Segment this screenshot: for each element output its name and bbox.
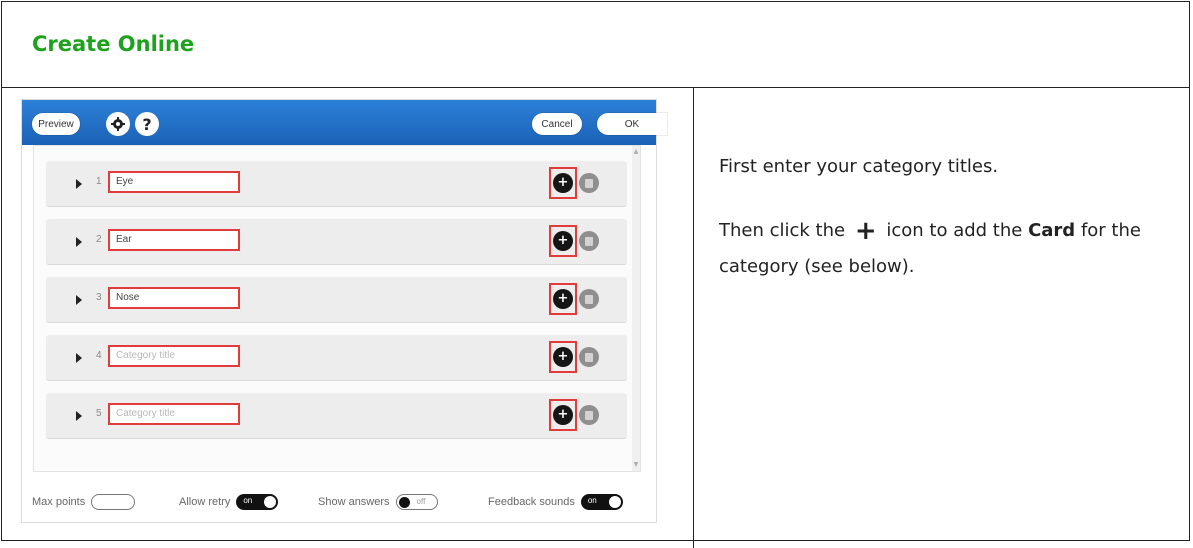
feedback-sounds-option: Feedback sounds on (488, 494, 623, 510)
expand-arrow-icon[interactable] (76, 411, 82, 421)
row-number: 4 (96, 350, 102, 361)
category-row: 1 Eye + (46, 161, 627, 207)
delete-icon[interactable] (579, 289, 599, 309)
category-row: 5 Category title + (46, 393, 627, 439)
add-card-icon[interactable]: + (553, 173, 573, 193)
gear-icon (111, 117, 125, 131)
row-number: 3 (96, 292, 102, 303)
section-header: Create Online (2, 2, 1189, 88)
row-number: 5 (96, 408, 102, 419)
add-card-icon[interactable]: + (553, 405, 573, 425)
category-row: 3 Nose + (46, 277, 627, 323)
add-card-icon[interactable]: + (553, 347, 573, 367)
add-card-highlight: + (549, 399, 577, 431)
feedback-sounds-label: Feedback sounds (488, 496, 575, 508)
scroll-down-icon[interactable]: ▼ (633, 462, 639, 468)
instruction-step-1: First enter your category titles. (719, 156, 999, 177)
scroll-up-icon[interactable]: ▲ (633, 149, 639, 155)
delete-icon[interactable] (579, 405, 599, 425)
category-list: ▲ ▼ 1 Eye + 2 Ear + 3 Nose + 4 Category … (33, 145, 641, 472)
settings-button[interactable] (106, 112, 130, 136)
add-card-icon[interactable]: + (553, 231, 573, 251)
content-frame: Create Online Preview ? Cancel OK ▲ ▼ 1 … (1, 1, 1190, 548)
category-title-input[interactable]: Category title (108, 403, 240, 425)
delete-icon[interactable] (579, 173, 599, 193)
plus-icon: + (854, 216, 877, 246)
show-answers-option: Show answers off (318, 494, 438, 510)
category-title-input[interactable]: Eye (108, 171, 240, 193)
category-row: 4 Category title + (46, 335, 627, 381)
row-number: 2 (96, 234, 102, 245)
allow-retry-option: Allow retry on (179, 494, 279, 510)
category-title-input[interactable]: Nose (108, 287, 240, 309)
options-bar: Max points Allow retry on Show answers o… (22, 480, 656, 520)
add-card-highlight: + (549, 341, 577, 373)
cancel-button[interactable]: Cancel (532, 113, 582, 135)
max-points-option: Max points (32, 494, 136, 510)
ok-button[interactable]: OK (597, 113, 667, 135)
add-card-icon[interactable]: + (553, 289, 573, 309)
help-button[interactable]: ? (135, 112, 159, 136)
max-points-label: Max points (32, 496, 86, 508)
allow-retry-toggle[interactable]: on (236, 494, 279, 510)
max-points-field[interactable] (91, 494, 136, 510)
expand-arrow-icon[interactable] (76, 179, 82, 189)
category-title-input[interactable]: Category title (108, 345, 240, 367)
scrollbar[interactable]: ▲ ▼ (632, 146, 640, 471)
add-card-highlight: + (549, 167, 577, 199)
app-toolbar: Preview ? Cancel OK (22, 100, 667, 145)
category-row: 2 Ear + (46, 219, 627, 265)
add-card-highlight: + (549, 225, 577, 257)
column-divider (693, 88, 694, 548)
app-screenshot: Preview ? Cancel OK ▲ ▼ 1 Eye + 2 Ear + … (21, 99, 667, 523)
preview-button[interactable]: Preview (32, 113, 80, 135)
expand-arrow-icon[interactable] (76, 237, 82, 247)
expand-arrow-icon[interactable] (76, 353, 82, 363)
instructions: First enter your category titles. Then c… (719, 149, 1169, 284)
section-title: Create Online (32, 32, 195, 56)
category-title-input[interactable]: Ear (108, 229, 240, 251)
allow-retry-label: Allow retry (179, 496, 231, 508)
add-card-highlight: + (549, 283, 577, 315)
row-number: 1 (96, 176, 102, 187)
feedback-sounds-toggle[interactable]: on (580, 494, 623, 510)
delete-icon[interactable] (579, 347, 599, 367)
expand-arrow-icon[interactable] (76, 295, 82, 305)
show-answers-toggle[interactable]: off (395, 494, 438, 510)
instruction-step-2: Then click the + icon to add the Card fo… (719, 216, 1141, 277)
show-answers-label: Show answers (318, 496, 390, 508)
help-icon: ? (142, 114, 152, 134)
card-term: Card (1028, 220, 1076, 241)
delete-icon[interactable] (579, 231, 599, 251)
